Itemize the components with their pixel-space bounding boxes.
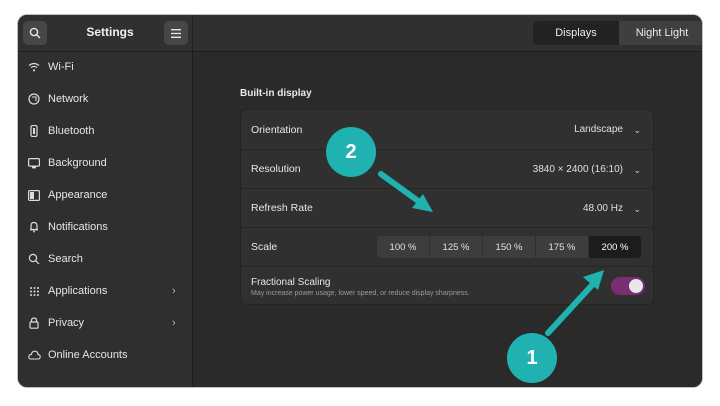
sidebar-item-applications[interactable]: Applications › xyxy=(18,276,192,306)
chevron-down-icon: ⌄ xyxy=(633,125,641,135)
displays-page: Built-in display Orientation Landscape ⌄… xyxy=(193,52,702,387)
resolution-row[interactable]: Resolution 3840 × 2400 (16:10) ⌄ xyxy=(241,150,653,188)
sidebar-item-label: Appearance xyxy=(48,189,108,201)
fractional-scaling-toggle[interactable] xyxy=(611,277,645,295)
scale-option-150[interactable]: 150 % xyxy=(483,236,535,258)
chevron-right-icon: › xyxy=(172,317,176,329)
app-title: Settings xyxy=(86,25,134,39)
search-icon xyxy=(27,252,41,266)
wifi-icon xyxy=(27,60,41,74)
sidebar-item-privacy[interactable]: Privacy › xyxy=(18,308,192,338)
scale-option-175[interactable]: 175 % xyxy=(536,236,588,258)
menu-button[interactable] xyxy=(164,21,188,45)
sidebar-header: Settings xyxy=(18,15,193,51)
sidebar-item-label: Search xyxy=(48,253,83,265)
chevron-right-icon: › xyxy=(172,285,176,297)
section-title: Built-in display xyxy=(240,88,312,99)
main-header: Displays Night Light xyxy=(193,15,702,51)
sidebar-item-label: Notifications xyxy=(48,221,108,233)
sidebar: Wi-Fi Network Bluetooth Background Appea… xyxy=(18,52,193,387)
sidebar-item-label: Wi-Fi xyxy=(48,61,74,73)
scale-option-100[interactable]: 100 % xyxy=(377,236,429,258)
scale-label: Scale xyxy=(251,241,278,253)
sidebar-item-appearance[interactable]: Appearance xyxy=(18,180,192,210)
grid-icon xyxy=(27,284,41,298)
sidebar-item-label: Background xyxy=(48,157,107,169)
scale-option-200[interactable]: 200 % xyxy=(589,236,641,258)
tab-night-light[interactable]: Night Light xyxy=(619,21,702,45)
bluetooth-icon xyxy=(27,124,41,138)
hamburger-icon xyxy=(171,28,181,38)
sidebar-item-network[interactable]: Network xyxy=(18,84,192,114)
settings-window: Settings Displays Night Light Wi-Fi Netw… xyxy=(18,15,702,387)
appearance-icon xyxy=(27,188,41,202)
sidebar-item-notifications[interactable]: Notifications xyxy=(18,212,192,242)
scale-selector: 100 % 125 % 150 % 175 % 200 % xyxy=(377,236,641,258)
view-switcher: Displays Night Light xyxy=(533,21,702,45)
annotation-badge-2: 2 xyxy=(326,127,376,177)
orientation-row[interactable]: Orientation Landscape ⌄ xyxy=(241,110,653,148)
sidebar-item-label: Online Accounts xyxy=(48,349,128,361)
lock-icon xyxy=(27,316,41,330)
search-button[interactable] xyxy=(23,21,47,45)
sidebar-item-online-accounts[interactable]: Online Accounts xyxy=(18,340,192,370)
sidebar-item-label: Bluetooth xyxy=(48,125,95,137)
background-icon xyxy=(27,156,41,170)
cloud-icon xyxy=(27,348,41,362)
search-icon xyxy=(29,27,41,39)
annotation-badge-1: 1 xyxy=(507,333,557,383)
chevron-down-icon: ⌄ xyxy=(633,165,641,175)
sidebar-item-label: Privacy xyxy=(48,317,85,329)
sidebar-item-wifi[interactable]: Wi-Fi xyxy=(18,52,192,82)
display-settings-panel: Orientation Landscape ⌄ Resolution 3840 … xyxy=(240,109,654,305)
refresh-rate-label: Refresh Rate xyxy=(251,202,313,214)
tab-displays[interactable]: Displays xyxy=(533,21,619,45)
scale-option-125[interactable]: 125 % xyxy=(430,236,482,258)
resolution-label: Resolution xyxy=(251,163,301,175)
sidebar-item-label: Applications xyxy=(48,285,108,297)
row-divider xyxy=(241,227,653,228)
chevron-down-icon: ⌄ xyxy=(633,204,641,214)
sidebar-item-label: Network xyxy=(48,93,89,105)
sidebar-item-bluetooth[interactable]: Bluetooth xyxy=(18,116,192,146)
toggle-knob xyxy=(629,279,643,293)
sidebar-item-background[interactable]: Background xyxy=(18,148,192,178)
fractional-scaling-label: Fractional Scaling xyxy=(251,277,331,288)
refresh-rate-value: 48.00 Hz xyxy=(582,203,623,214)
fractional-scaling-description: May increase power usage, lower speed, o… xyxy=(251,290,470,297)
resolution-value: 3840 × 2400 (16:10) xyxy=(532,164,623,175)
row-divider xyxy=(241,266,653,267)
network-icon xyxy=(27,92,41,106)
orientation-value: Landscape xyxy=(574,124,623,135)
sidebar-item-search[interactable]: Search xyxy=(18,244,192,274)
bell-icon xyxy=(27,220,41,234)
orientation-label: Orientation xyxy=(251,124,303,136)
refresh-rate-row[interactable]: Refresh Rate 48.00 Hz ⌄ xyxy=(241,189,653,227)
